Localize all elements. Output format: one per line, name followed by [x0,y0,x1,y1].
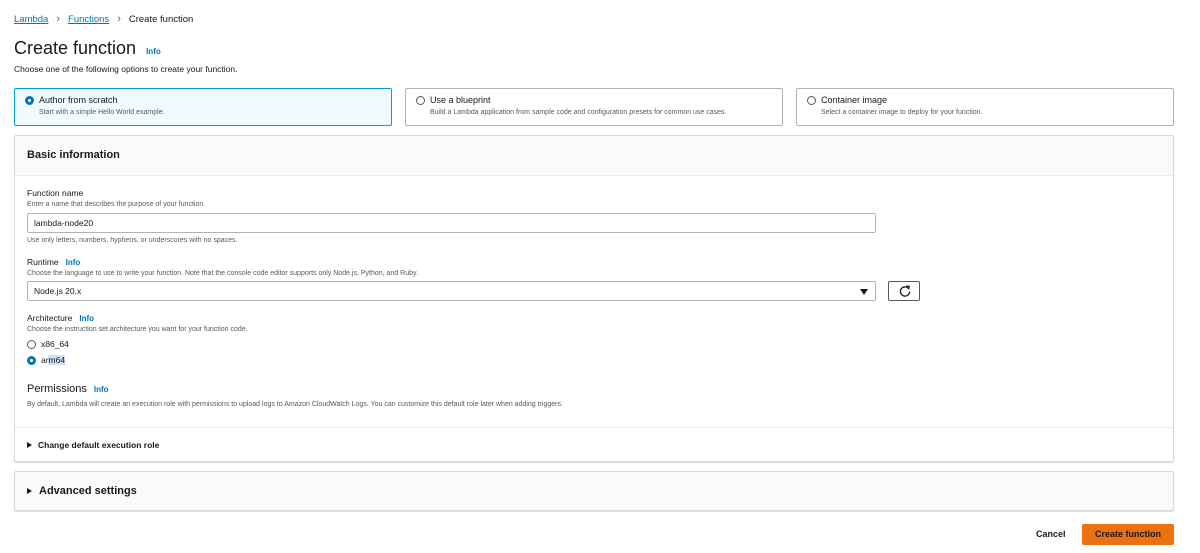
advanced-settings-panel[interactable]: Advanced settings [14,471,1174,511]
create-function-button[interactable]: Create function [1082,524,1174,545]
runtime-select-value: Node.js 20.x [34,286,82,296]
architecture-label: Architecture [27,313,73,323]
radio-container-image[interactable] [807,96,816,105]
breadcrumb: Lambda › Functions › Create function [14,12,193,26]
runtime-desc: Choose the language to use to write your… [27,270,418,277]
architecture-option-label: x86_64 [41,339,69,349]
architecture-option-label: arm64 [41,355,66,365]
function-name-desc: Enter a name that describes the purpose … [27,201,206,208]
radio-use-a-blueprint[interactable] [416,96,425,105]
option-title: Author from scratch [39,95,118,105]
caret-right-icon [27,442,32,448]
refresh-button[interactable] [888,281,920,301]
chevron-right-icon: › [117,13,121,25]
option-author-from-scratch[interactable]: Author from scratch Start with a simple … [14,88,392,126]
function-name-label: Function name [27,188,84,198]
breadcrumb-lambda-link[interactable]: Lambda [14,14,48,25]
architecture-option-x86_64[interactable]: x86_64 [27,339,69,349]
runtime-select[interactable]: Node.js 20.x [27,281,876,301]
architecture-option-arm64[interactable]: arm64 [27,355,66,365]
basic-information-heading: Basic information [27,149,120,161]
permissions-info-link[interactable]: Info [94,385,109,394]
cancel-button[interactable]: Cancel [1036,529,1066,539]
option-desc: Build a Lambda application from sample c… [430,109,727,116]
basic-information-panel: Basic information Function name Enter a … [14,135,1174,462]
advanced-settings-heading: Advanced settings [39,485,137,497]
runtime-info-link[interactable]: Info [66,258,81,267]
permissions-desc: By default, Lambda will create an execut… [27,401,563,408]
radio-author-from-scratch[interactable] [25,96,34,105]
radio-arm64[interactable] [27,355,36,365]
architecture-info-link[interactable]: Info [79,314,94,323]
option-desc: Select a container image to deploy for y… [821,109,983,116]
change-execution-role-toggle[interactable]: Change default execution role [27,440,159,450]
caret-right-icon [27,488,32,494]
function-name-input[interactable]: lambda-node20 [27,213,876,233]
page-title: Create function [14,38,137,58]
chevron-right-icon: › [56,13,61,25]
breadcrumb-current: Create function [128,13,194,25]
page-info-link[interactable]: Info [146,47,161,56]
function-name-hint: Use only letters, numbers, hyphens, or u… [27,237,238,244]
option-title: Container image [821,95,888,105]
refresh-icon [899,285,911,297]
option-use-a-blueprint[interactable]: Use a blueprint Build a Lambda applicati… [405,88,783,126]
page-subtitle: Choose one of the following options to c… [14,64,238,74]
change-execution-role-label: Change default execution role [38,440,160,450]
breadcrumb-functions-link[interactable]: Functions [68,14,109,25]
permissions-heading: Permissions [27,383,87,395]
option-desc: Start with a simple Hello World example. [39,109,165,116]
runtime-label: Runtime [27,257,59,267]
architecture-desc: Choose the instruction set architecture … [27,326,248,333]
option-container-image[interactable]: Container image Select a container image… [796,88,1174,126]
panel-divider [15,427,1173,428]
basic-information-header: Basic information [15,136,1173,176]
caret-down-icon [860,289,868,295]
radio-x86_64[interactable] [27,339,36,349]
option-title: Use a blueprint [430,95,491,105]
